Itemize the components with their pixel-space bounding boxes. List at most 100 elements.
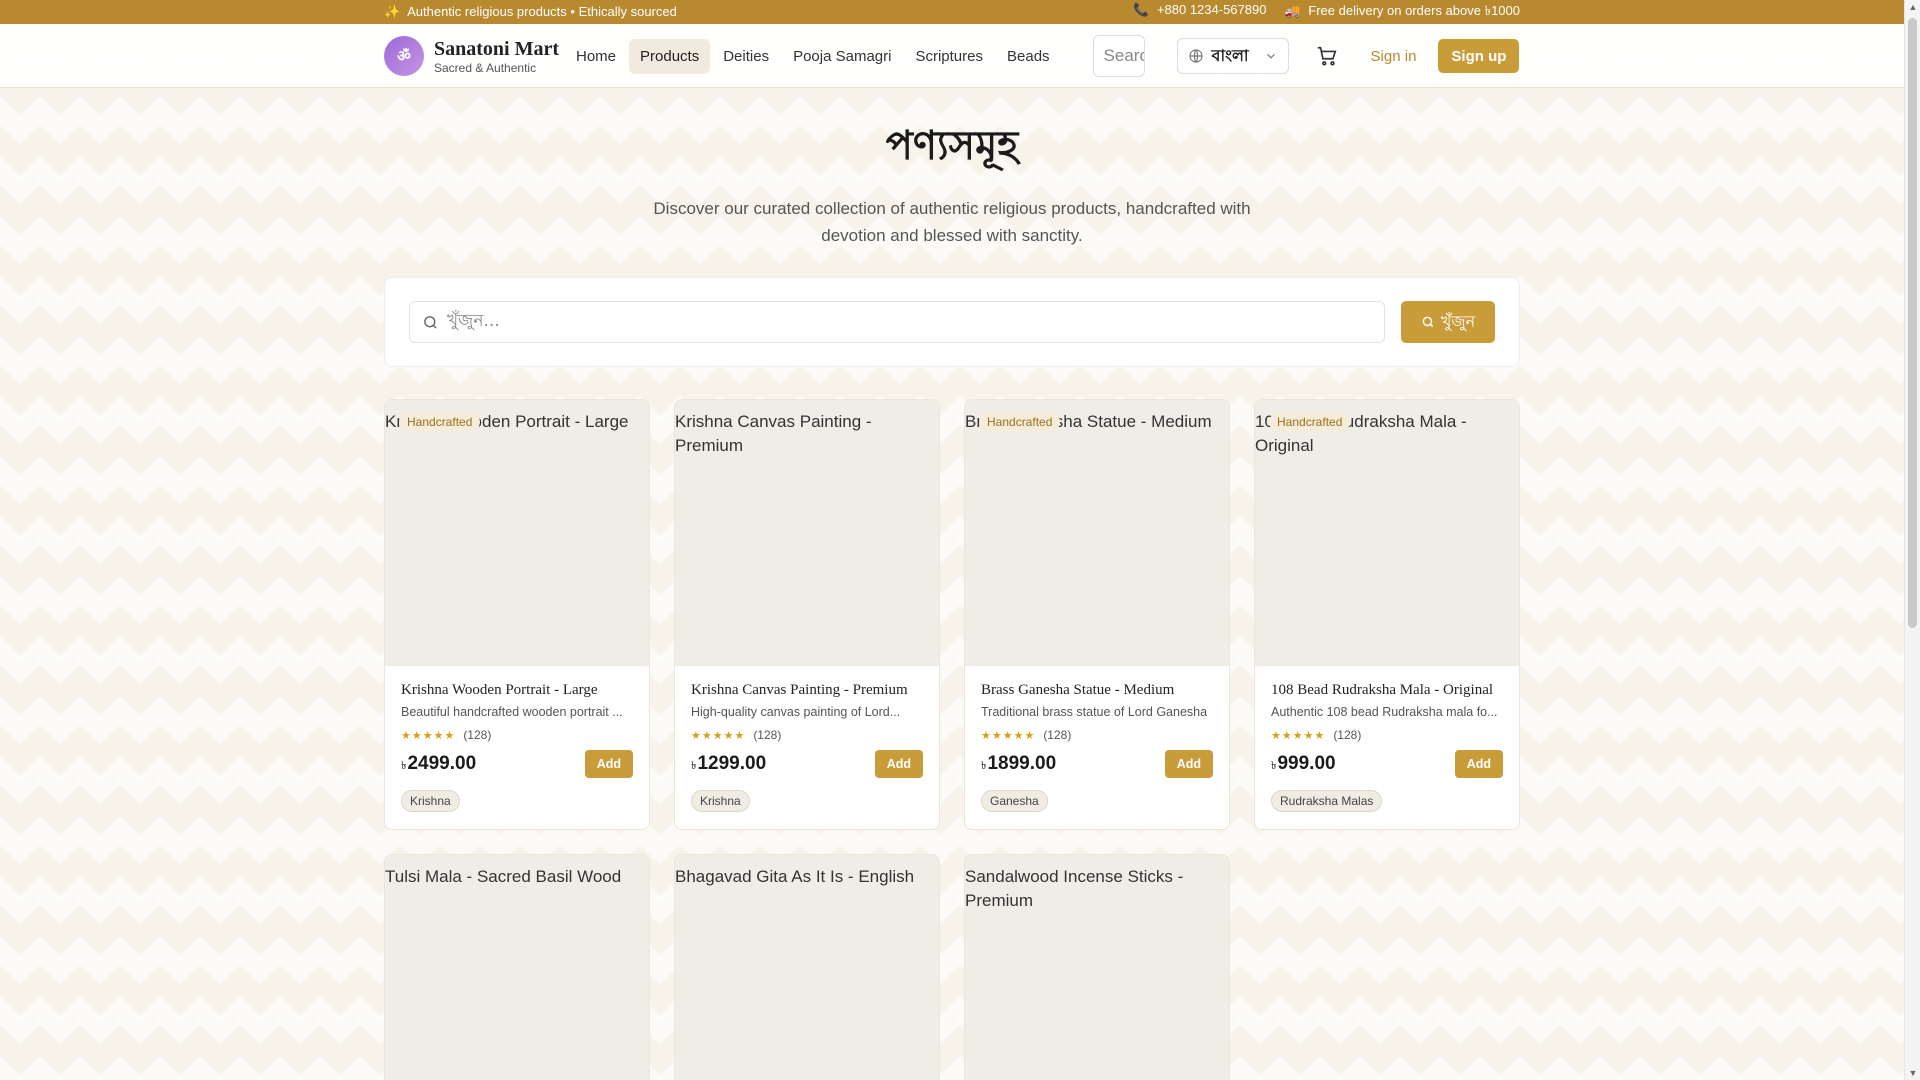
search-button-label: খুঁজুন <box>1440 311 1476 331</box>
product-card[interactable]: Bhagavad Gita As It Is - English <box>674 854 940 1080</box>
page-scrollbar[interactable]: ▲ ▼ <box>1904 0 1920 1080</box>
star-icons: ★★★★★ <box>981 729 1036 742</box>
announcement-left: ✨ Authentic religious products • Ethical… <box>384 4 677 20</box>
add-to-cart-button[interactable]: Add <box>874 750 923 778</box>
sparkles-icon: ✨ <box>384 4 401 19</box>
truck-icon: 🚚 <box>1284 2 1301 18</box>
language-select[interactable]: বাংলা <box>1176 38 1289 74</box>
add-to-cart-button[interactable]: Add <box>1454 750 1503 778</box>
search-button[interactable]: খুঁজুন <box>1401 301 1495 343</box>
nav-link-beads[interactable]: Beads <box>996 39 1061 74</box>
sign-up-button[interactable]: Sign up <box>1438 39 1520 73</box>
category-tag[interactable]: Ganesha <box>981 790 1048 812</box>
nav-link-deities[interactable]: Deities <box>712 39 780 74</box>
category-tag[interactable]: Rudraksha Malas <box>1271 790 1383 812</box>
product-card[interactable]: Sandalwood Incense Sticks - Premium <box>964 854 1230 1080</box>
page: ✨ Authentic religious products • Ethical… <box>0 0 1904 1080</box>
navbar: ॐ Sanatoni Mart Sacred & Authentic Home … <box>0 24 1904 88</box>
product-card[interactable]: Tulsi Mala - Sacred Basil Wood <box>384 854 650 1080</box>
handcrafted-badge: Handcrafted <box>399 413 481 431</box>
price-value: 2499.00 <box>407 752 477 774</box>
nav-links: Home Products Deities Pooja Samagri Scri… <box>565 38 1061 74</box>
nav-link-pooja-samagri[interactable]: Pooja Samagri <box>782 39 902 74</box>
search-placeholder: খুঁজুন... <box>447 311 500 331</box>
page-subtitle: Discover our curated collection of authe… <box>653 199 1251 245</box>
currency-symbol: ৳ <box>691 759 697 772</box>
product-card[interactable]: Krishna Wooden Portrait - Large Handcraf… <box>384 399 650 830</box>
language-label: বাংলা <box>1211 47 1249 65</box>
search-icon <box>424 315 437 329</box>
phone-icon: 📞 <box>1133 1 1150 17</box>
product-search-input[interactable]: খুঁজুন... <box>409 301 1385 343</box>
review-count: (128) <box>463 728 492 742</box>
search-card: খুঁজুন... খুঁজুন <box>384 277 1520 367</box>
cart-icon <box>1317 46 1336 66</box>
search-icon <box>1422 316 1433 328</box>
currency-symbol: ৳ <box>401 759 407 772</box>
scroll-up-icon[interactable]: ▲ <box>1908 2 1918 12</box>
handcrafted-badge: Handcrafted <box>1269 413 1351 431</box>
category-tag[interactable]: Krishna <box>401 790 460 812</box>
product-title[interactable]: Krishna Wooden Portrait - Large <box>401 682 633 699</box>
globe-icon <box>1188 49 1203 63</box>
product-image[interactable]: Tulsi Mala - Sacred Basil Wood <box>385 855 649 1080</box>
brand-tagline: Sacred & Authentic <box>434 60 537 75</box>
delivery-info: 🚚 Free delivery on orders above ৳1000 <box>1284 2 1520 23</box>
product-title[interactable]: 108 Bead Rudraksha Mala - Original <box>1271 682 1503 699</box>
product-image[interactable]: Sandalwood Incense Sticks - Premium <box>965 855 1229 1080</box>
chevron-down-icon <box>1266 53 1275 59</box>
price-value: 1299.00 <box>697 752 767 774</box>
product-card[interactable]: Brass Ganesha Statue - Medium Handcrafte… <box>964 399 1230 830</box>
category-tag[interactable]: Krishna <box>691 790 750 812</box>
nav-link-home[interactable]: Home <box>565 39 627 74</box>
product-rating: ★★★★★ (128) <box>1271 728 1503 742</box>
star-icons: ★★★★★ <box>401 729 456 742</box>
brand[interactable]: Sanatoni Mart Sacred & Authentic <box>434 39 559 74</box>
product-card[interactable]: Krishna Canvas Painting - Premium Krishn… <box>674 399 940 830</box>
logo-icon[interactable]: ॐ <box>384 36 424 76</box>
nav-search-input[interactable]: Search... <box>1092 35 1145 77</box>
product-image[interactable]: Krishna Wooden Portrait - Large Handcraf… <box>385 400 649 666</box>
product-image[interactable]: 108 Bead Rudraksha Mala - Original Handc… <box>1255 400 1519 666</box>
review-count: (128) <box>1043 728 1072 742</box>
currency-symbol: ৳ <box>981 759 987 772</box>
product-price: ৳1299.00 <box>691 753 766 776</box>
add-to-cart-button[interactable]: Add <box>584 750 633 778</box>
review-count: (128) <box>753 728 782 742</box>
cart-button[interactable] <box>1313 42 1341 70</box>
scrollbar-thumb[interactable] <box>1908 18 1917 628</box>
product-grid: Krishna Wooden Portrait - Large Handcraf… <box>384 399 1520 1080</box>
product-image[interactable]: Bhagavad Gita As It Is - English <box>675 855 939 1080</box>
handcrafted-badge: Handcrafted <box>979 413 1061 431</box>
announcement-bar: ✨ Authentic religious products • Ethical… <box>0 0 1904 24</box>
hero: পণ্যসমূহ Discover our curated collection… <box>0 114 1904 249</box>
product-image-alt: Bhagavad Gita As It Is - English <box>675 867 915 886</box>
star-icons: ★★★★★ <box>691 729 746 742</box>
star-icons: ★★★★★ <box>1271 729 1326 742</box>
product-image[interactable]: Brass Ganesha Statue - Medium Handcrafte… <box>965 400 1229 666</box>
price-value: 1899.00 <box>987 752 1057 774</box>
sign-in-link[interactable]: Sign in <box>1371 48 1417 65</box>
product-title[interactable]: Krishna Canvas Painting - Premium <box>691 682 923 699</box>
page-title: পণ্যসমূহ <box>885 123 1019 169</box>
phone-info[interactable]: 📞 +880 1234-567890 <box>1133 2 1266 23</box>
product-price: ৳1899.00 <box>981 753 1056 776</box>
product-description: Authentic 108 bead Rudraksha mala fo... <box>1271 705 1498 719</box>
product-description: Traditional brass statue of Lord Ganesha <box>981 705 1208 719</box>
nav-link-scriptures[interactable]: Scriptures <box>904 39 994 74</box>
scroll-down-icon[interactable]: ▼ <box>1908 1068 1918 1078</box>
add-to-cart-button[interactable]: Add <box>1164 750 1213 778</box>
review-count: (128) <box>1333 728 1362 742</box>
product-image[interactable]: Krishna Canvas Painting - Premium <box>675 400 939 666</box>
nav-link-products[interactable]: Products <box>629 38 711 74</box>
product-rating: ★★★★★ (128) <box>401 728 633 742</box>
product-rating: ★★★★★ (128) <box>981 728 1213 742</box>
delivery-text: Free delivery on orders above ৳1000 <box>1308 2 1520 18</box>
product-title[interactable]: Brass Ganesha Statue - Medium <box>981 682 1213 699</box>
phone-number: +880 1234-567890 <box>1156 1 1267 17</box>
product-image-alt: Tulsi Mala - Sacred Basil Wood <box>385 867 622 886</box>
product-description: Beautiful handcrafted wooden portrait ..… <box>401 705 623 719</box>
product-image-alt: Sandalwood Incense Sticks - Premium <box>965 867 1184 910</box>
product-rating: ★★★★★ (128) <box>691 728 923 742</box>
product-card[interactable]: 108 Bead Rudraksha Mala - Original Handc… <box>1254 399 1520 830</box>
